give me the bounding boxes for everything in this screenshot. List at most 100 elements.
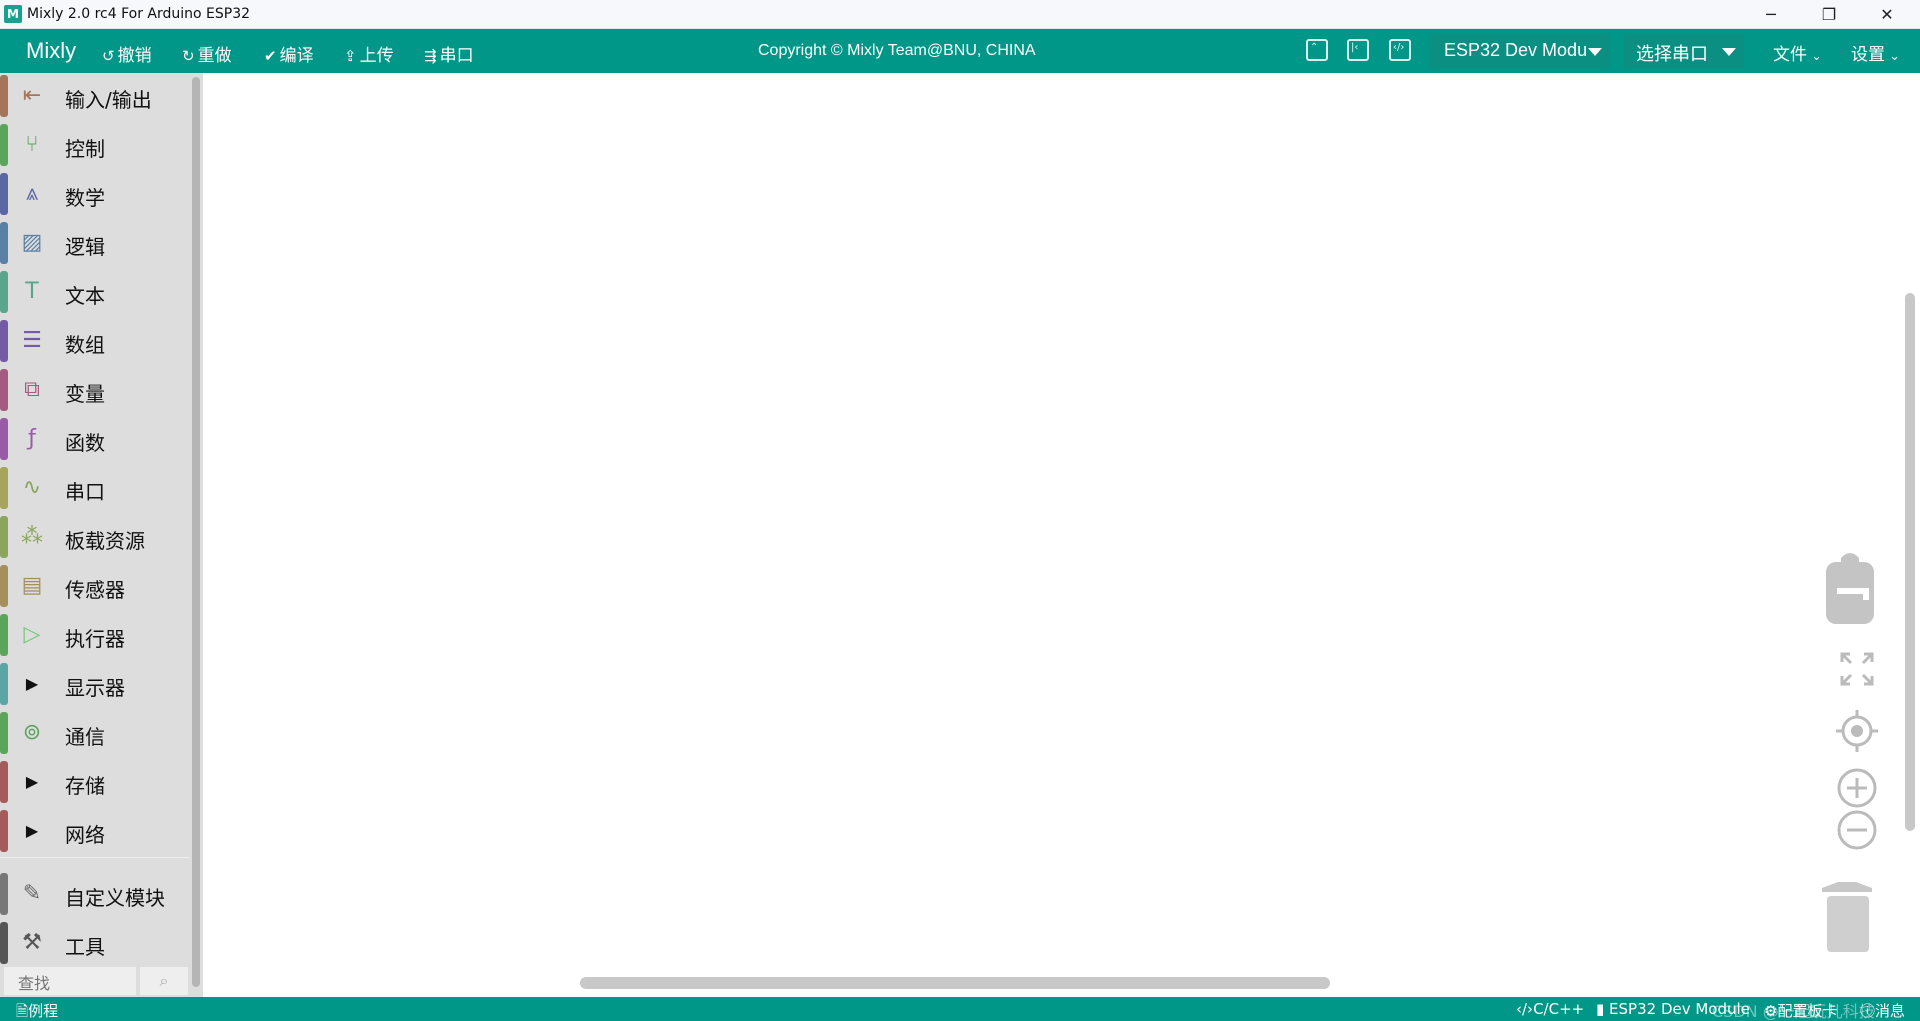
category-item[interactable]: ▶ 显示器 [0, 661, 190, 707]
category-item[interactable]: ⁂ 板载资源 [0, 514, 190, 560]
board-select[interactable]: ESP32 Dev Modu [1430, 34, 1610, 68]
undo-label: 撤销 [117, 46, 152, 66]
csdn-watermark: CSDN @一起玩儿科技 [1712, 1002, 1875, 1021]
category-color-strip [0, 761, 8, 803]
io-icon: ⇤ [22, 83, 42, 108]
search-button[interactable]: ⌕ [140, 967, 188, 995]
custom-icon: ✎ [22, 881, 42, 906]
expand-triangle-icon: ▶ [25, 772, 39, 791]
document-icon: 🗎 [16, 1002, 29, 1020]
category-label: 自定义模块 [65, 886, 165, 910]
usb-icon: ⇶ [424, 47, 437, 65]
close-button[interactable]: ✕ [1858, 0, 1916, 29]
category-item[interactable]: ⧉ 变量 [0, 367, 190, 413]
search-input[interactable] [4, 967, 136, 995]
category-color-strip [0, 173, 8, 215]
category-item[interactable]: ƒ 函数 [0, 416, 190, 462]
fullscreen-icon[interactable] [1840, 652, 1874, 686]
code-view-icon[interactable]: ‹/› [1389, 39, 1411, 61]
expand-triangle-icon: ▶ [25, 674, 39, 693]
minimize-button[interactable]: ─ [1742, 0, 1800, 29]
language-label: C/C++ [1533, 1000, 1585, 1018]
trash-icon[interactable] [1818, 878, 1876, 956]
category-label: 数学 [65, 186, 105, 210]
main-toolbar: Mixly ↺ 撤销 ↻ 重做 ✔ 编译 ⇪ 上传 ⇶ 串口 Copyright © Mi… [0, 29, 1920, 73]
category-item[interactable]: ⑂ 控制 [0, 122, 190, 168]
redo-label: 重做 [197, 46, 232, 66]
board-icon: ⁂ [21, 524, 43, 549]
category-color-strip [0, 75, 8, 117]
workspace-horizontal-scrollbar[interactable] [580, 977, 1330, 989]
tools-icon: ⚒ [22, 930, 42, 955]
category-color-strip [0, 922, 8, 964]
examples-button[interactable]: 🗎例程 [16, 1000, 58, 1021]
copyright-text: Copyright © Mixly Team@BNU, CHINA [758, 42, 1036, 59]
category-color-strip [0, 565, 8, 607]
examples-label: 例程 [28, 1002, 59, 1020]
category-label: 控制 [65, 137, 105, 161]
check-icon: ✔ [264, 47, 277, 65]
category-item[interactable]: ⚒ 工具 [0, 920, 190, 966]
category-color-strip [0, 614, 8, 656]
upload-label: 上传 [359, 46, 394, 66]
serial-label: 串口 [439, 46, 474, 66]
category-item[interactable]: ⊚ 通信 [0, 710, 190, 756]
category-label: 执行器 [65, 627, 125, 651]
app-logo-icon: M [4, 5, 22, 23]
code-icon: ‹/› [1516, 1000, 1534, 1018]
category-item[interactable]: ▤ 传感器 [0, 563, 190, 609]
redo-button[interactable]: ↻ 重做 [182, 41, 232, 66]
sidebar-scrollbar[interactable] [192, 77, 200, 987]
variable-icon: ⧉ [24, 377, 40, 402]
caret-down-icon [1722, 48, 1736, 56]
category-item[interactable]: ⇤ 输入/输出 [0, 73, 190, 119]
board-select-value: ESP32 Dev Modu [1444, 40, 1588, 60]
upload-button[interactable]: ⇪ 上传 [344, 41, 394, 66]
zoom-out-icon[interactable] [1836, 809, 1878, 851]
category-label: 逻辑 [65, 235, 105, 259]
category-label: 通信 [65, 725, 105, 749]
layout-bottom-icon[interactable]: ⌃ [1306, 39, 1328, 61]
search-icon: ⌕ [159, 971, 169, 990]
window-titlebar: M Mixly 2.0 rc4 For Arduino ESP32 ─ ❐ ✕ [0, 0, 1920, 29]
file-menu-label: 文件 [1773, 45, 1807, 65]
category-separator [0, 857, 190, 858]
category-item[interactable]: ⩓ 数学 [0, 171, 190, 217]
recenter-icon[interactable] [1836, 710, 1878, 752]
zoom-in-icon[interactable] [1836, 767, 1878, 809]
function-icon: ƒ [28, 426, 36, 451]
language-indicator[interactable]: ‹/›C/C++ [1516, 1000, 1584, 1018]
undo-button[interactable]: ↺ 撤销 [102, 41, 152, 66]
status-bar: 🗎例程 ‹/›C/C++ ▮ ESP32 Dev Module ⚙配置板卡 ⓘ消… [0, 997, 1920, 1021]
message-label: 消息 [1875, 1002, 1906, 1020]
chevron-down-icon: ⌄ [1807, 49, 1823, 64]
category-color-strip [0, 516, 8, 558]
settings-menu[interactable]: 设置 ⌄ [1851, 40, 1900, 65]
redo-icon: ↻ [182, 47, 195, 65]
layout-side-icon[interactable]: |‹ [1347, 39, 1369, 61]
category-color-strip [0, 369, 8, 411]
category-item[interactable]: T 文本 [0, 269, 190, 315]
port-select[interactable]: 选择串口 [1624, 34, 1744, 68]
restore-button[interactable]: ❐ [1800, 0, 1858, 29]
category-item[interactable]: ▷ 执行器 [0, 612, 190, 658]
category-item[interactable]: ☰ 数组 [0, 318, 190, 364]
category-label: 网络 [65, 823, 105, 847]
compile-button[interactable]: ✔ 编译 [264, 41, 314, 66]
category-item[interactable]: ▶ 存储 [0, 759, 190, 805]
backpack-icon[interactable] [1823, 548, 1877, 628]
file-menu[interactable]: 文件 ⌄ [1773, 40, 1822, 65]
category-item[interactable]: ▨ 逻辑 [0, 220, 190, 266]
blockly-workspace[interactable] [203, 73, 1920, 997]
serial-button[interactable]: ⇶ 串口 [424, 41, 474, 66]
category-label: 函数 [65, 431, 105, 455]
category-item[interactable]: ∿ 串口 [0, 465, 190, 511]
workspace-vertical-scrollbar[interactable] [1905, 293, 1915, 831]
category-color-strip [0, 873, 8, 915]
array-icon: ☰ [22, 328, 42, 353]
category-label: 文本 [65, 284, 105, 308]
category-item[interactable]: ▶ 网络 [0, 808, 190, 854]
category-item[interactable]: ✎ 自定义模块 [0, 871, 190, 917]
category-color-strip [0, 418, 8, 460]
actuator-icon: ▷ [23, 622, 41, 647]
